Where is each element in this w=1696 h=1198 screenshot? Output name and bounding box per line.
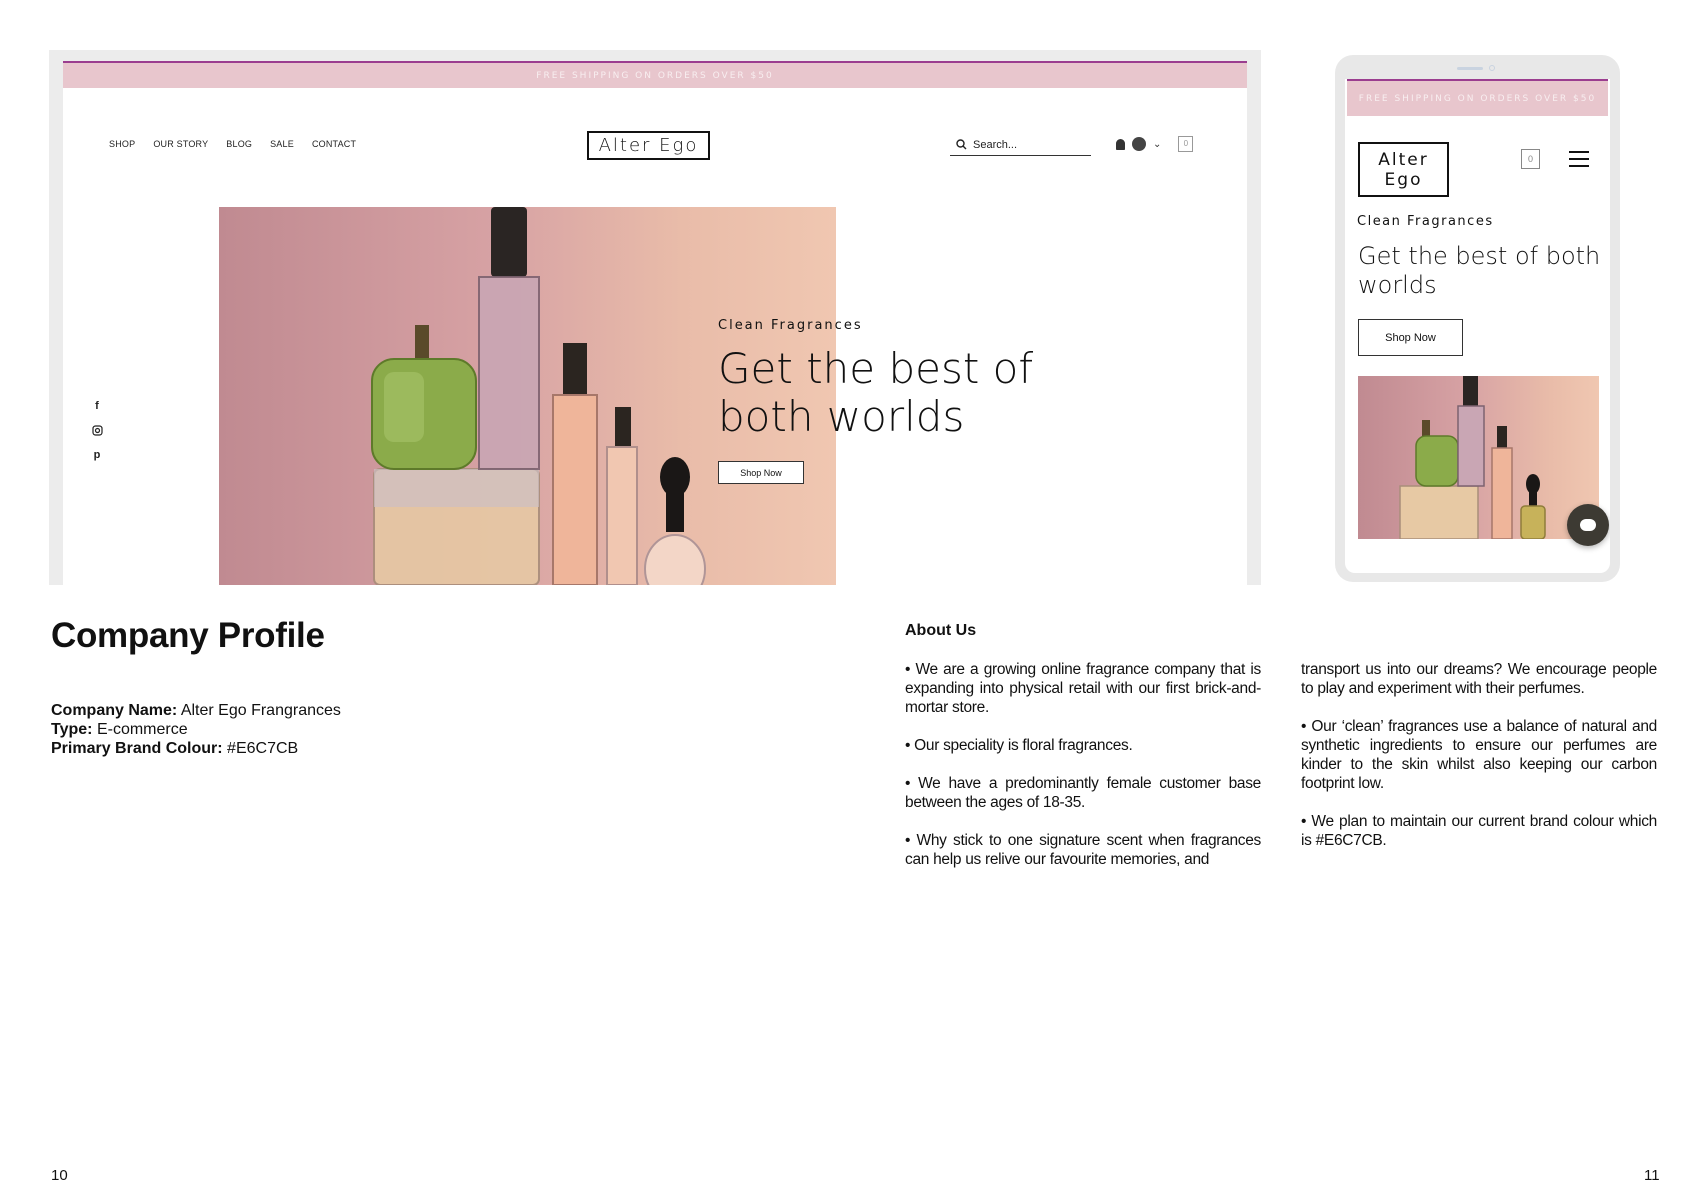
mobile-logo-line2: Ego [1384,169,1423,190]
about-us-title: About Us [905,622,977,639]
mobile-cart-icon[interactable]: 0 [1521,149,1540,169]
hero-copy: Clean Fragrances Get the best of both wo… [718,318,1098,484]
about-paragraph: • Our speciality is floral fragrances. [905,737,1133,754]
header-actions: ⌄ 0 [1116,136,1194,152]
page-number-right: 11 [1644,1167,1660,1184]
search-placeholder: Search... [973,138,1018,151]
nav-item-contact[interactable]: CONTACT [312,139,356,149]
instagram-icon[interactable] [91,425,103,436]
mobile-shop-now-button[interactable]: Shop Now [1358,319,1463,356]
shipping-banner-text: FREE SHIPPING ON ORDERS OVER $50 [536,70,774,81]
mobile-shipping-banner: FREE SHIPPING ON ORDERS OVER $50 [1347,79,1608,116]
company-name-label: Company Name: [51,702,178,719]
company-profile-title: Company Profile [51,616,325,655]
mobile-shipping-banner-text: FREE SHIPPING ON ORDERS OVER $50 [1358,93,1597,104]
social-links: f p [91,399,103,462]
company-name-row: Company Name: Alter Ego Frangrances [51,701,341,720]
mobile-hero-image [1358,376,1599,539]
desktop-screen: FREE SHIPPING ON ORDERS OVER $50 SHOP OU… [63,61,1247,585]
mobile-mockup: FREE SHIPPING ON ORDERS OVER $50 Alter E… [1335,55,1620,582]
mobile-brand-logo[interactable]: Alter Ego [1358,142,1449,197]
about-paragraph: • We plan to maintain our current brand … [1301,813,1657,849]
about-paragraph: • Our ‘clean’ fragrances use a balance o… [1301,718,1657,792]
brand-logo[interactable]: Alter Ego [587,131,710,160]
about-paragraph: • Why stick to one signature scent when … [905,832,1261,868]
pinterest-icon[interactable]: p [94,448,101,462]
about-paragraph: • We have a predominantly female custome… [905,775,1261,811]
chat-bubble-icon [1580,519,1596,531]
nav-item-shop[interactable]: SHOP [109,139,135,149]
nav-item-our-story[interactable]: OUR STORY [153,139,208,149]
about-column-1: • We are a growing online fragrance comp… [905,660,1261,888]
company-type-label: Type: [51,721,93,738]
about-paragraph: • We are a growing online fragrance comp… [905,661,1261,716]
desktop-mockup: FREE SHIPPING ON ORDERS OVER $50 SHOP OU… [49,50,1261,585]
search-icon [956,139,967,150]
bell-icon[interactable] [1116,138,1125,150]
mobile-screen: FREE SHIPPING ON ORDERS OVER $50 Alter E… [1345,79,1610,573]
avatar[interactable] [1132,137,1146,151]
hero-headline: Get the best of both worlds [718,344,1034,441]
mobile-hero-headline: Get the best of both worlds [1358,242,1601,299]
phone-camera [1489,65,1495,71]
shipping-banner: FREE SHIPPING ON ORDERS OVER $50 [63,61,1247,88]
phone-speaker [1457,67,1483,70]
mobile-perfume-illustration [1399,376,1546,539]
facebook-icon[interactable]: f [95,399,99,413]
mobile-logo-line1: Alter [1378,149,1429,170]
company-name-value: Alter Ego Frangrances [180,702,341,719]
page-number-left: 10 [51,1167,68,1184]
shop-now-button[interactable]: Shop Now [718,461,804,484]
hamburger-menu-icon[interactable] [1569,151,1589,167]
hero-eyebrow: Clean Fragrances [718,318,863,333]
cart-icon[interactable]: 0 [1178,136,1194,152]
nav-item-sale[interactable]: SALE [270,139,294,149]
mobile-hero-eyebrow: Clean Fragrances [1357,214,1494,229]
search-input[interactable]: Search... [950,134,1091,156]
brand-colour-row: Primary Brand Colour: #E6C7CB [51,739,341,758]
chat-button[interactable] [1567,504,1609,546]
company-type-value: E-commerce [96,721,188,738]
brand-colour-label: Primary Brand Colour: [51,740,223,757]
nav-item-blog[interactable]: BLOG [226,139,252,149]
about-column-2: transport us into our dreams? We encoura… [1301,660,1657,869]
brand-colour-value: #E6C7CB [227,740,299,757]
chevron-down-icon[interactable]: ⌄ [1153,139,1161,150]
company-type-row: Type: E-commerce [51,720,341,739]
main-nav: SHOP OUR STORY BLOG SALE CONTACT [109,139,356,149]
about-paragraph: transport us into our dreams? We encoura… [1301,661,1657,697]
company-facts: Company Name: Alter Ego Frangrances Type… [51,701,341,758]
